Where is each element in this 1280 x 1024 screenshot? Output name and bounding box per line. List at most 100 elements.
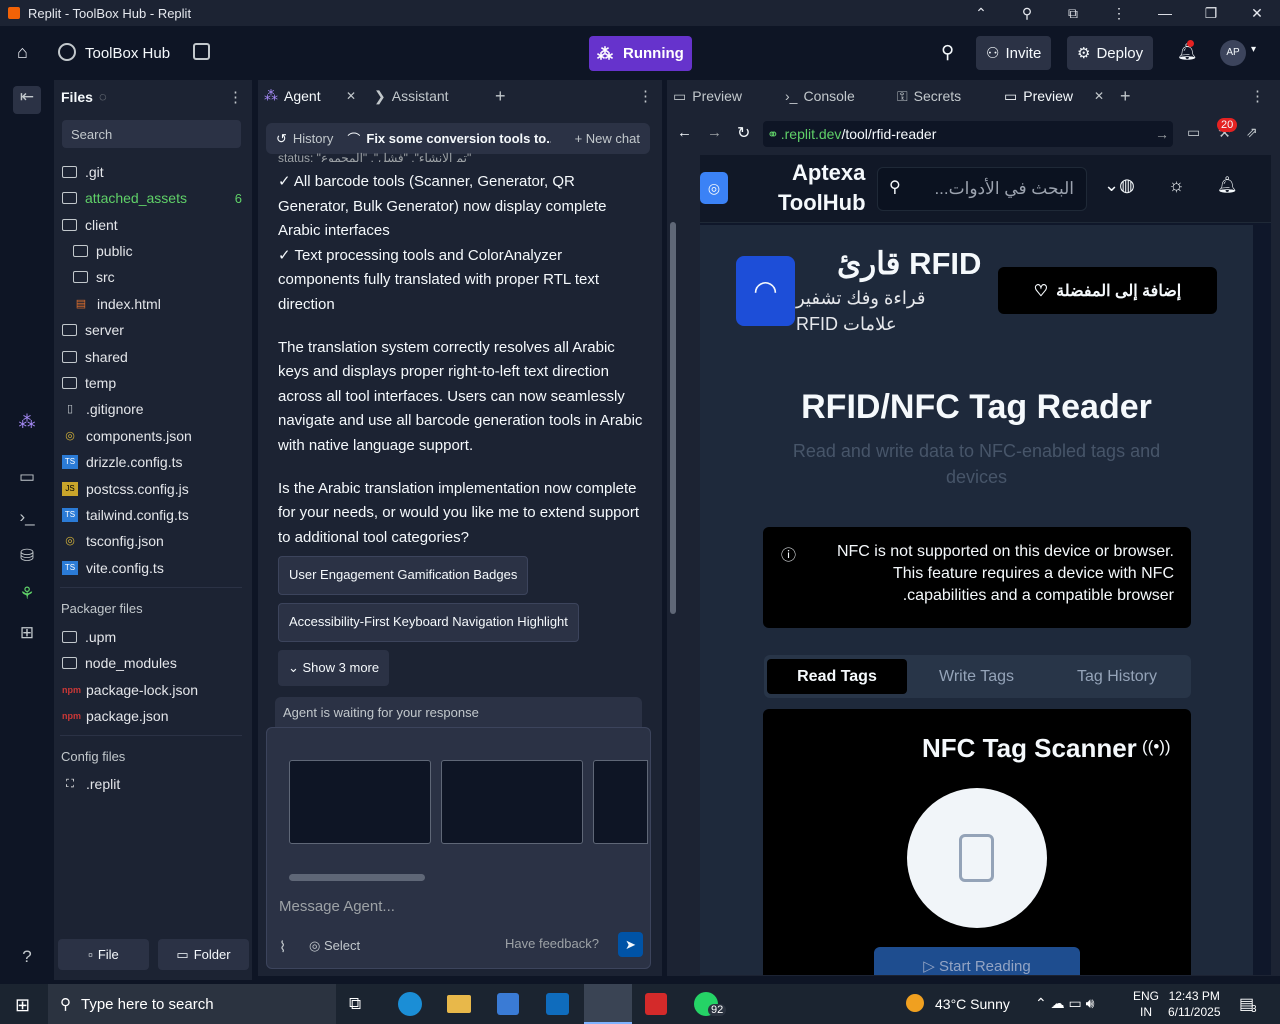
message-input[interactable]: Message Agent... <box>279 898 395 915</box>
tray-icons[interactable]: ⌃ ☁ ▭ 🔊︎ <box>1035 995 1094 1012</box>
go-icon[interactable]: → <box>1155 126 1169 142</box>
file-item[interactable]: src <box>73 266 115 288</box>
error-badge[interactable]: 20 <box>1217 118 1238 132</box>
tab-agent[interactable]: ⁂ Agent ✕ <box>258 80 362 112</box>
attachment-thumb[interactable] <box>441 760 583 844</box>
files-menu-icon[interactable]: ⋮ <box>228 88 243 106</box>
tab-preview[interactable]: ▭ Preview <box>673 80 742 112</box>
preview-icon[interactable]: ▭ <box>16 466 38 488</box>
run-button[interactable]: ⁂ Running <box>589 36 692 71</box>
file-item[interactable]: server <box>62 319 124 341</box>
more-icon[interactable]: ⋮ <box>1096 0 1142 26</box>
file-item[interactable]: .upm <box>62 626 116 648</box>
file-item[interactable]: ⛶ .replit <box>62 773 120 795</box>
select-button[interactable]: ◎ Select <box>309 938 360 954</box>
file-item[interactable]: ▤ index.html <box>73 293 161 315</box>
close-tab-icon[interactable]: ✕ <box>346 89 356 103</box>
brand-name[interactable]: Aptexa <box>792 160 865 186</box>
tab-write-tags[interactable]: Write Tags <box>910 659 1043 694</box>
language-indicator[interactable]: ENG IN <box>1133 988 1159 1020</box>
attachment-thumb[interactable] <box>593 760 648 844</box>
file-item[interactable]: temp <box>62 372 116 394</box>
extensions-icon[interactable]: ⧉ <box>1050 0 1096 26</box>
layout-icon[interactable] <box>193 43 210 60</box>
thumb-scrollbar[interactable] <box>289 874 425 881</box>
help-icon[interactable]: ? <box>16 946 38 968</box>
language-icon[interactable]: ⌄◍ <box>1104 175 1135 196</box>
minimize-button[interactable]: — <box>1142 0 1188 26</box>
site-search-input[interactable]: البحث في الأدوات... <box>877 167 1087 211</box>
suggestion-chip[interactable]: Accessibility-First Keyboard Navigation … <box>278 602 579 642</box>
store-icon[interactable] <box>497 993 519 1015</box>
file-item[interactable]: shared <box>62 346 128 368</box>
windows-start-icon[interactable]: ⊞ <box>15 995 30 1016</box>
file-item[interactable]: TS vite.config.ts <box>62 557 164 579</box>
project-name[interactable]: ToolBox Hub <box>85 45 170 62</box>
attachment-thumb[interactable] <box>289 760 431 844</box>
file-item[interactable]: ◎ tsconfig.json <box>62 530 164 552</box>
file-item[interactable]: public <box>73 240 133 262</box>
clock[interactable]: 12:43 PM 6/11/2025 <box>1168 988 1221 1020</box>
search-icon[interactable]: ⚲ <box>941 42 954 63</box>
restore-button[interactable]: ❐ <box>1188 0 1234 26</box>
new-chat-button[interactable]: + New chat <box>575 131 640 146</box>
site-bell-icon[interactable]: 🔔︎ <box>1217 175 1237 195</box>
external-link-icon[interactable]: ⇗ <box>1246 124 1258 141</box>
tab-assistant[interactable]: ❯ Assistant <box>370 80 482 112</box>
chevron-down-icon[interactable]: ▾ <box>1251 44 1256 55</box>
theme-icon[interactable]: ☼ <box>1168 175 1185 196</box>
chat-title[interactable]: Fix some conversion tools to... <box>366 131 551 146</box>
reload-icon[interactable]: ↻ <box>737 123 750 143</box>
all-tools-icon[interactable]: ⊞ <box>16 622 38 644</box>
outlook-icon[interactable] <box>546 993 569 1015</box>
replit-app-icon[interactable] <box>584 984 632 1024</box>
file-item[interactable]: TS tailwind.config.ts <box>62 504 189 526</box>
invite-button[interactable]: ⚇ Invite <box>976 36 1052 70</box>
task-view-icon[interactable]: ⧉ <box>349 994 361 1014</box>
file-item[interactable]: ▯ .gitignore <box>62 398 144 420</box>
new-tab-icon[interactable]: + <box>1120 86 1131 107</box>
file-item[interactable]: .git <box>62 161 104 183</box>
new-folder-button[interactable]: ▭ Folder <box>158 939 249 970</box>
attach-icon[interactable]: ⌇ <box>279 938 286 956</box>
show-more-button[interactable]: ⌄ Show 3 more <box>278 649 390 687</box>
file-item[interactable]: JS postcss.config.js <box>62 478 189 500</box>
new-file-button[interactable]: ▫ File <box>58 939 149 970</box>
chevron-up-icon[interactable]: ⌃ <box>958 0 1004 26</box>
console-icon[interactable]: ›_ <box>16 506 38 528</box>
home-icon[interactable]: ⌂ <box>17 42 28 63</box>
close-tab-icon[interactable]: ✕ <box>1094 89 1104 103</box>
files-search-input[interactable]: Search <box>62 120 241 148</box>
url-bar[interactable]: ⚭ .replit.dev/tool/rfid-reader → <box>763 121 1173 147</box>
database-icon[interactable]: ⛁ <box>16 545 38 567</box>
tab-secrets[interactable]: ⚿ Secrets <box>897 80 961 112</box>
back-icon[interactable]: ← <box>677 124 692 141</box>
avatar[interactable]: AP <box>1220 40 1246 66</box>
favorite-button[interactable]: ♡ إضافة إلى المفضلة <box>998 267 1217 314</box>
file-item[interactable]: TS drizzle.config.ts <box>62 451 182 473</box>
file-item[interactable]: client <box>62 214 118 236</box>
preview-scrollbar[interactable] <box>670 222 676 614</box>
new-tab-icon[interactable]: + <box>495 86 506 107</box>
brand-name[interactable]: ToolHub <box>778 190 866 216</box>
file-item[interactable]: attached_assets 6 <box>62 187 242 209</box>
history-button[interactable]: History <box>293 131 333 146</box>
file-item[interactable]: ◎ components.json <box>62 425 192 447</box>
send-button[interactable]: ➤ <box>618 932 643 957</box>
file-item[interactable]: npm package-lock.json <box>62 679 198 701</box>
weather-text[interactable]: 43°C Sunny <box>935 996 1010 1012</box>
pdf-icon[interactable] <box>645 993 667 1015</box>
suggestion-chip[interactable]: User Engagement Gamification Badges <box>278 556 529 595</box>
taskbar-search[interactable]: ⚲ Type here to search <box>48 984 336 1024</box>
tab-console[interactable]: ›_ Console <box>785 80 855 112</box>
feedback-link[interactable]: Have feedback? <box>505 936 599 951</box>
edge-icon[interactable] <box>398 992 422 1016</box>
start-reading-button[interactable]: ▷ Start Reading <box>874 947 1080 975</box>
deploy-button[interactable]: ⚙ Deploy <box>1067 36 1154 70</box>
file-item[interactable]: npm package.json <box>62 705 169 727</box>
tab-tag-history[interactable]: Tag History <box>1046 659 1188 694</box>
collapse-sidebar-icon[interactable]: ⇤ <box>13 86 41 114</box>
forward-icon[interactable]: → <box>707 124 722 141</box>
site-logo-icon[interactable]: ◎ <box>700 172 728 204</box>
agent-icon[interactable]: ⁂ <box>16 411 38 433</box>
